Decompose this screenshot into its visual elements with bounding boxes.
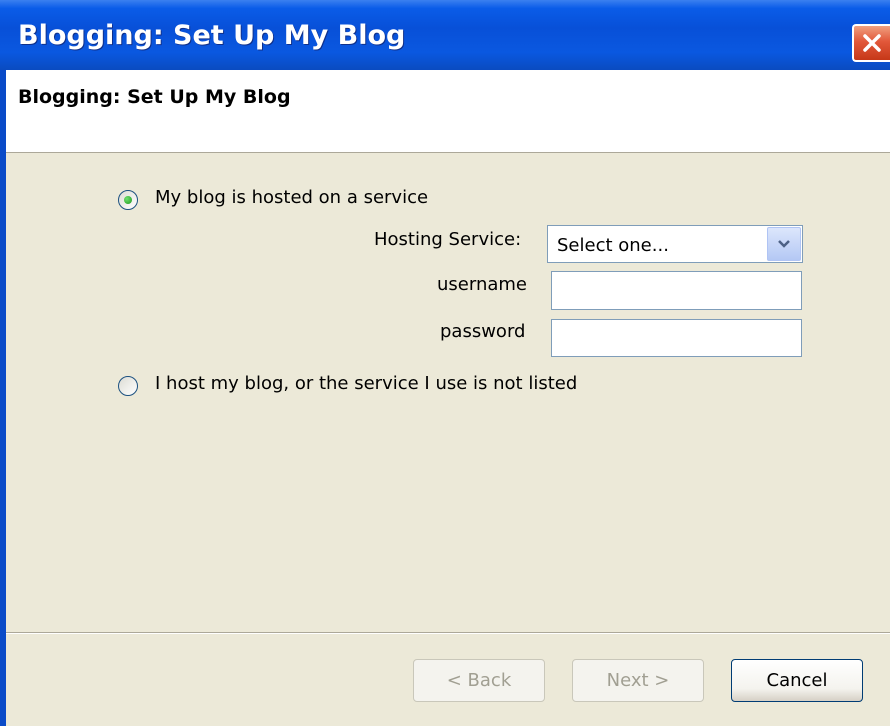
page-title: Blogging: Set Up My Blog: [18, 86, 291, 108]
title-bar[interactable]: Blogging: Set Up My Blog: [0, 0, 890, 70]
password-label: password: [440, 321, 526, 342]
header-panel: [6, 70, 890, 153]
hosting-service-label: Hosting Service:: [374, 229, 522, 250]
window-title: Blogging: Set Up My Blog: [18, 20, 406, 51]
close-button[interactable]: [852, 24, 890, 62]
radio-selected-dot: [124, 196, 132, 204]
footer-divider-highlight: [6, 633, 890, 634]
dropdown-button[interactable]: [767, 227, 801, 261]
password-field[interactable]: [551, 319, 802, 357]
radio-hosted-service[interactable]: [118, 190, 138, 210]
radio-hosted-service-label[interactable]: My blog is hosted on a service: [155, 187, 428, 208]
radio-self-host-label[interactable]: I host my blog, or the service I use is …: [155, 373, 577, 394]
cancel-button[interactable]: Cancel: [731, 659, 863, 702]
window-border: [0, 70, 6, 726]
next-button[interactable]: Next >: [572, 659, 704, 702]
radio-self-host[interactable]: [118, 376, 138, 396]
username-field[interactable]: [551, 271, 802, 310]
dialog-window: Blogging: Set Up My Blog Blogging: Set U…: [0, 0, 890, 726]
hosting-service-selected-value: Select one...: [557, 235, 669, 256]
hosting-service-select[interactable]: Select one...: [547, 225, 803, 263]
username-label: username: [437, 274, 527, 295]
back-button[interactable]: < Back: [413, 659, 545, 702]
